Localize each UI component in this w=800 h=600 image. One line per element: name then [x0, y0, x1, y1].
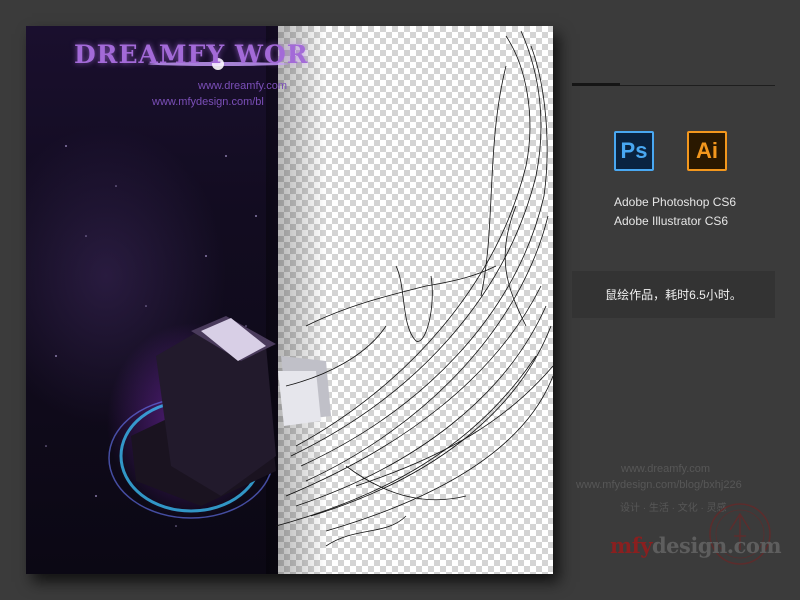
- watermark-logo: mfydesign.com: [610, 533, 782, 558]
- artwork-url-1: www.dreamfy.com: [198, 80, 288, 92]
- photoshop-icon: Ps: [614, 131, 654, 171]
- cross-shape: [131, 316, 331, 506]
- watermark-logo-suffix: design.com: [651, 533, 782, 558]
- divider-accent: [572, 83, 620, 86]
- artwork-title: DREAMFY WOR: [74, 40, 309, 69]
- watermark-url-1: www.dreamfy.com: [621, 463, 711, 475]
- artwork-illustration: [45, 30, 553, 547]
- notice-text: 鼠绘作品，耗时6.5小时。: [605, 288, 742, 302]
- watermark-logo-prefix: mfy: [610, 533, 652, 558]
- artwork-image: DREAMFY WOR www.dreamfy.com www.mfydesig…: [26, 26, 553, 574]
- scribble-lines: [275, 30, 553, 547]
- seal-stamp-icon: [709, 503, 771, 565]
- notice-box: 鼠绘作品，耗时6.5小时。: [572, 271, 775, 318]
- software-name-photoshop: Adobe Photoshop CS6: [614, 195, 737, 209]
- illustrator-icon: Ai: [687, 131, 727, 171]
- page: DREAMFY WOR www.dreamfy.com www.mfydesig…: [0, 0, 800, 600]
- artwork-url-2: www.mfydesign.com/bl: [152, 96, 264, 108]
- software-name-illustrator: Adobe Illustrator CS6: [614, 214, 729, 228]
